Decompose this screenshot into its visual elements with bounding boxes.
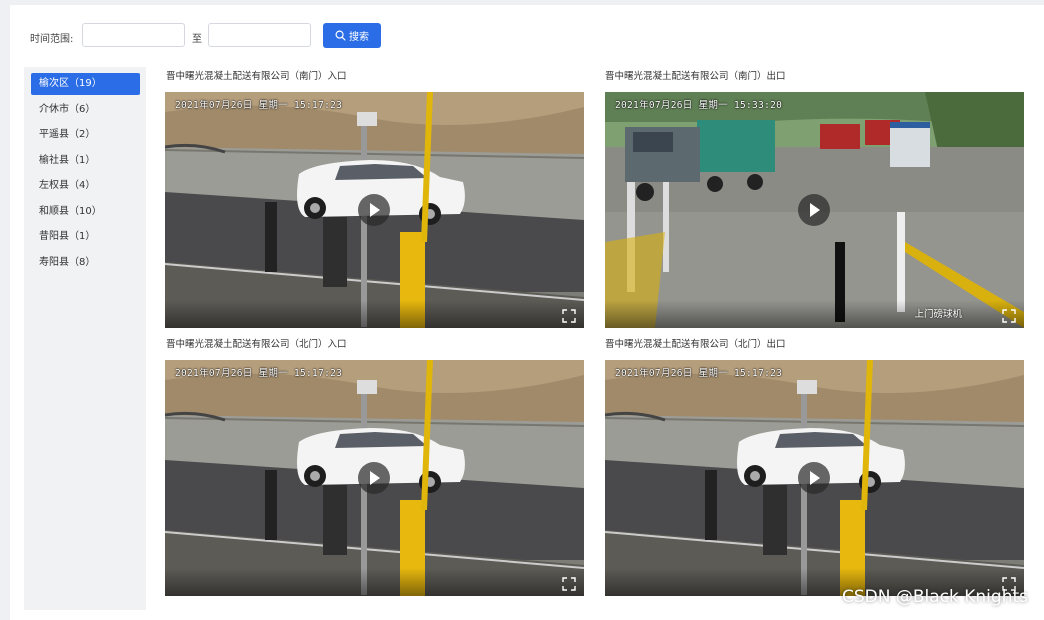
start-time-input[interactable] (82, 23, 185, 47)
sidebar-item-heshun[interactable]: 和顺县（10） (31, 201, 140, 223)
play-icon[interactable] (798, 462, 830, 494)
camera-title: 晋中曙光混凝土配送有限公司（南门）出口 (605, 71, 786, 82)
play-icon[interactable] (798, 194, 830, 226)
video-control-bar (165, 300, 584, 328)
to-label: 至 (192, 34, 202, 45)
search-icon (335, 30, 346, 41)
sidebar-item-zuoquan[interactable]: 左权县（4） (31, 175, 140, 197)
video-control-bar (165, 568, 584, 596)
play-icon[interactable] (358, 462, 390, 494)
time-range-label: 时间范围: (30, 34, 74, 45)
camera-timestamp: 2021年07月26日 星期一 15:17:23 (175, 368, 343, 379)
main-panel: 时间范围: 至 搜索 榆次区（19） 介休市（6） 平遥县（2） 榆社县（1） … (10, 5, 1044, 620)
search-button-label: 搜索 (349, 32, 369, 43)
end-time-input[interactable] (208, 23, 311, 47)
camera-timestamp: 2021年07月26日 星期一 15:33:20 (615, 100, 783, 111)
fullscreen-icon[interactable] (1002, 308, 1016, 323)
camera-feed[interactable]: 2021年07月26日 星期一 15:17:23 (165, 92, 584, 328)
sidebar-item-pingyao[interactable]: 平遥县（2） (31, 124, 140, 146)
district-sidebar: 榆次区（19） 介休市（6） 平遥县（2） 榆社县（1） 左权县（4） 和顺县（… (24, 67, 146, 610)
sidebar-item-yushe[interactable]: 榆社县（1） (31, 150, 140, 172)
camera-feed[interactable]: 2021年07月26日 星期一 15:17:23 (165, 360, 584, 596)
play-icon[interactable] (358, 194, 390, 226)
camera-timestamp: 2021年07月26日 星期一 15:17:23 (615, 368, 783, 379)
sidebar-item-xiyang[interactable]: 昔阳县（1） (31, 226, 140, 248)
camera-feed[interactable]: 2021年07月26日 星期一 15:33:20 上门磅球机 (605, 92, 1024, 328)
search-button[interactable]: 搜索 (323, 23, 381, 48)
fullscreen-icon[interactable] (562, 308, 576, 323)
watermark: CSDN @Black Knights (841, 587, 1028, 607)
fullscreen-icon[interactable] (562, 576, 576, 591)
camera-title: 晋中曙光混凝土配送有限公司（北门）入口 (166, 339, 347, 350)
sidebar-item-yuci[interactable]: 榆次区（19） (31, 73, 140, 95)
camera-timestamp: 2021年07月26日 星期一 15:17:23 (175, 100, 343, 111)
camera-feed[interactable]: 2021年07月26日 星期一 15:17:23 (605, 360, 1024, 596)
camera-title: 晋中曙光混凝土配送有限公司（北门）出口 (605, 339, 786, 350)
sidebar-item-jiexiu[interactable]: 介休市（6） (31, 99, 140, 121)
camera-caption: 上门磅球机 (914, 309, 962, 320)
sidebar-item-shouyang[interactable]: 寿阳县（8） (31, 252, 140, 274)
camera-title: 晋中曙光混凝土配送有限公司（南门）入口 (166, 71, 347, 82)
